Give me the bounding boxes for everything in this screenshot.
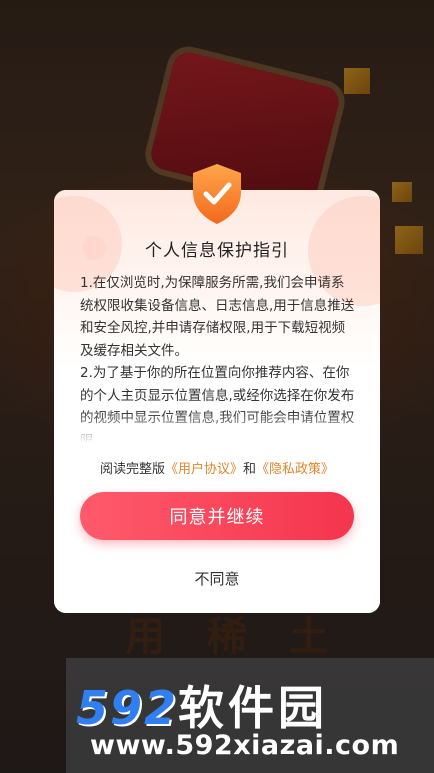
policy-paragraph: 1.在仅浏览时,为保障服务所需,我们会申请系统权限收集设备信息、日志信息,用于信…: [80, 275, 355, 359]
privacy-dialog: 个人信息保护指引 1.在仅浏览时,为保障服务所需,我们会申请系统权限收集设备信息…: [54, 164, 380, 613]
user-agreement-link[interactable]: 《用户协议》: [165, 462, 243, 477]
agree-continue-button[interactable]: 同意并继续: [80, 492, 354, 540]
watermark-url: www.592xiazai.com: [90, 730, 400, 761]
watermark-logo: 592软件园: [76, 672, 328, 738]
watermark-logo-text: 软件园: [178, 681, 329, 735]
shield-check-icon: [189, 162, 245, 226]
site-watermark: 592软件园 www.592xiazai.com: [66, 658, 434, 773]
dialog-title: 个人信息保护指引: [145, 241, 289, 261]
content-fade: [54, 412, 380, 452]
disagree-button[interactable]: 不同意: [54, 568, 380, 589]
privacy-policy-link[interactable]: 《隐私政策》: [256, 462, 334, 477]
agreement-prefix: 阅读完整版: [99, 462, 165, 477]
agreement-conjunction: 和: [243, 462, 257, 477]
watermark-logo-number: 592: [76, 681, 179, 735]
agreement-links-line: 阅读完整版《用户协议》和《隐私政策》: [54, 458, 380, 477]
